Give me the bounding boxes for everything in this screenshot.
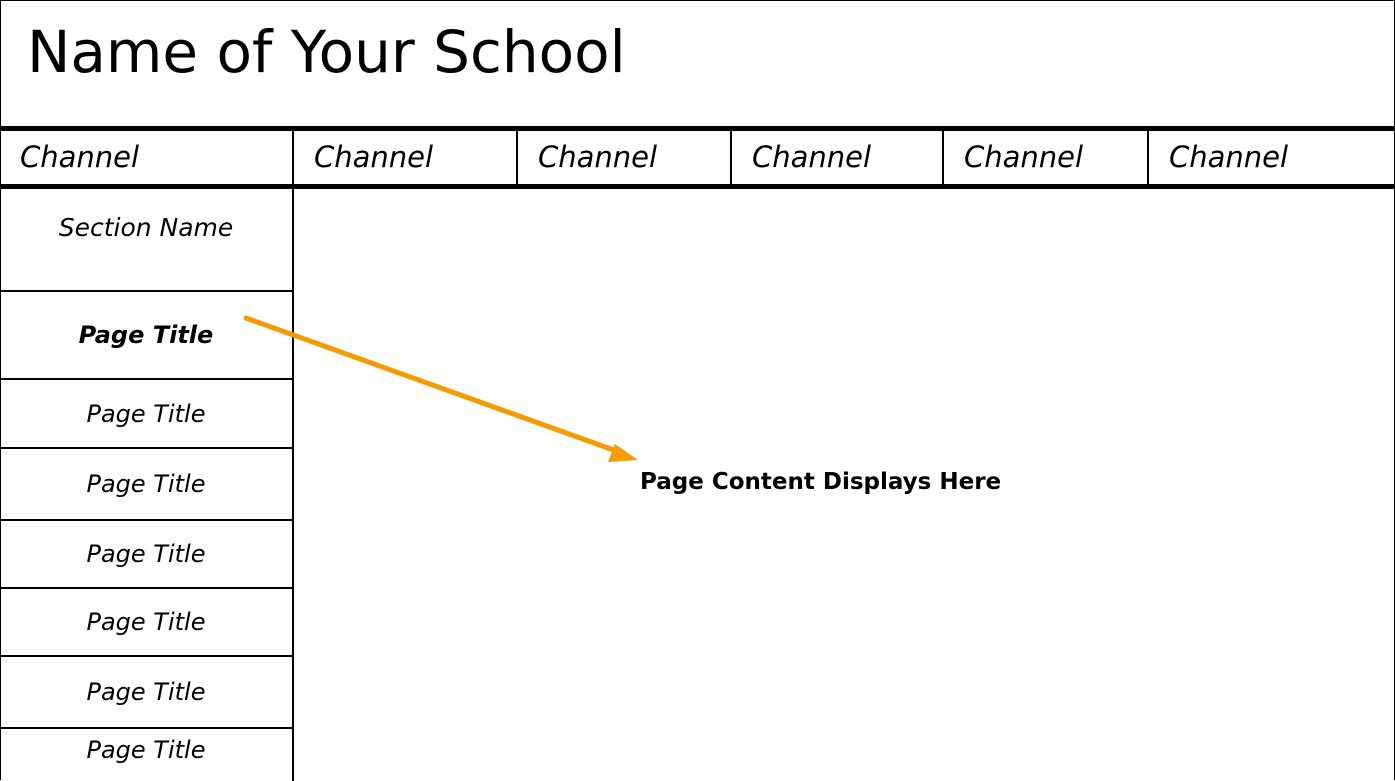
channel-link-3[interactable]: Channel [518,131,730,184]
sidebar-page[interactable]: Page Title [0,657,292,727]
sidebar-page[interactable]: Page Title [0,589,292,655]
content-placeholder: Page Content Displays Here [640,469,1002,495]
sidebar-page[interactable]: Page Title [0,521,292,587]
channel-link-5[interactable]: Channel [944,131,1147,184]
channel-nav: Channel Channel Channel Channel Channel … [0,131,1395,184]
sidebar-border [292,189,294,781]
channel-link-4[interactable]: Channel [732,131,942,184]
sidebar-page[interactable]: Page Title [0,729,292,771]
sidebar-page[interactable]: Page Title [0,449,292,519]
channel-link-6[interactable]: Channel [1149,131,1393,184]
sidebar-page-active[interactable]: Page Title [0,292,292,378]
section-name: Section Name [58,213,234,242]
site-header: Name of Your School [0,0,1393,126]
channel-link-2[interactable]: Channel [294,131,516,184]
school-name: Name of Your School [27,18,626,86]
sidebar-page[interactable]: Page Title [0,380,292,447]
channel-link-1[interactable]: Channel [0,131,292,184]
section-sidebar: Section Name Page Title Page Title Page … [0,189,292,781]
